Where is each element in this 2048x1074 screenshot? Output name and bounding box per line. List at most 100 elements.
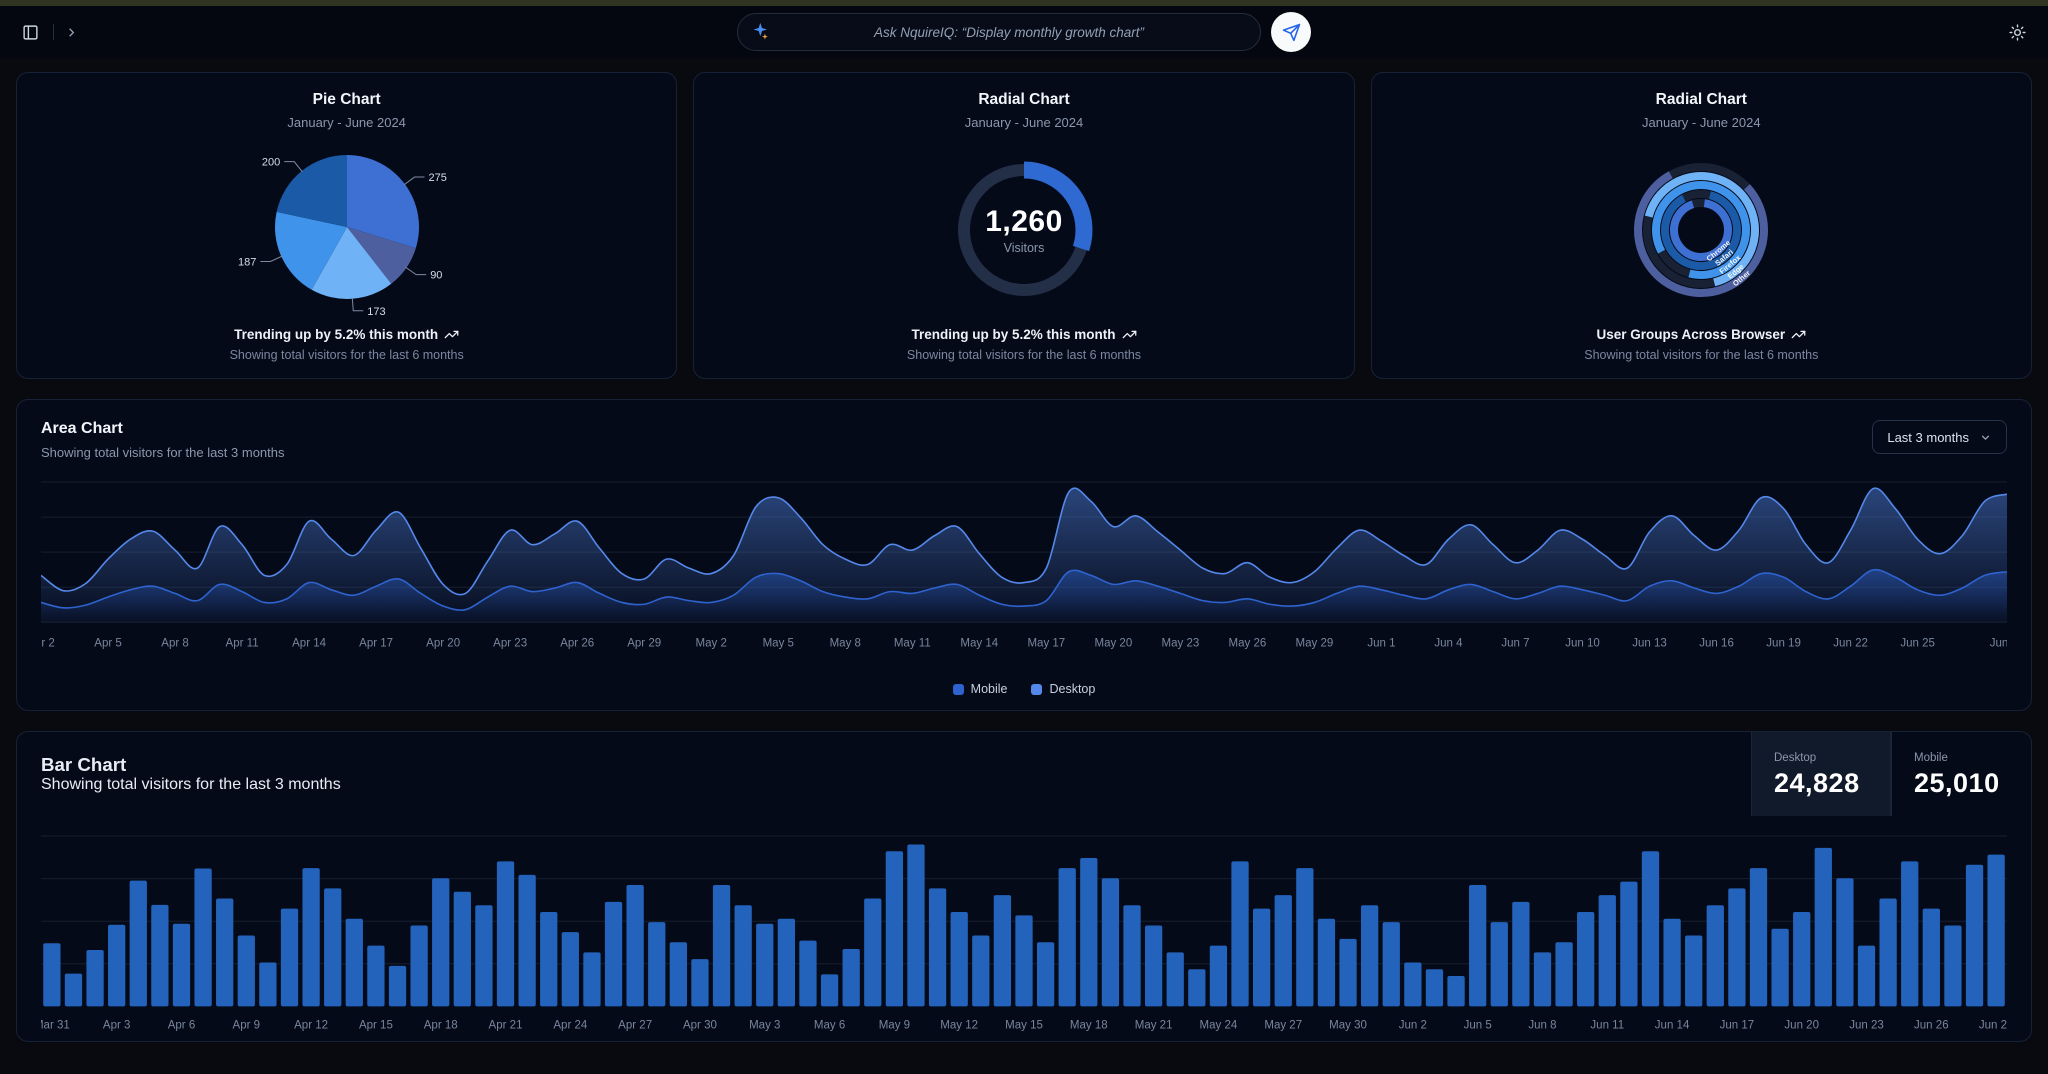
svg-text:Apr 21: Apr 21 [489,1020,523,1032]
trending-up-icon [1122,327,1137,342]
svg-text:May 5: May 5 [763,637,794,649]
trending-up-icon [1791,327,1806,342]
sun-icon [2009,24,2026,41]
svg-text:Apr 14: Apr 14 [292,637,327,649]
svg-text:May 20: May 20 [1094,637,1132,649]
svg-text:Apr 27: Apr 27 [618,1020,652,1032]
svg-text:Jun 4: Jun 4 [1434,637,1463,649]
ai-search-box[interactable] [737,13,1261,51]
send-icon [1282,23,1301,42]
theme-toggle-button[interactable] [2005,20,2030,45]
svg-text:May 14: May 14 [960,637,998,649]
panel-title: Bar Chart [41,754,341,776]
card-title: Radial Chart [1656,91,1747,109]
svg-text:May 17: May 17 [1027,637,1065,649]
card-subtitle: January - June 2024 [1642,115,1761,130]
svg-text:275: 275 [428,172,446,184]
svg-text:Apr 17: Apr 17 [359,637,393,649]
svg-text:Mar 31: Mar 31 [41,1020,70,1032]
search-input[interactable] [772,25,1246,40]
svg-text:Jun 20: Jun 20 [1784,1020,1819,1032]
svg-text:May 21: May 21 [1135,1020,1173,1032]
svg-text:Apr 15: Apr 15 [359,1020,393,1032]
svg-text:187: 187 [238,256,256,268]
card-footer-trend: Trending up by 5.2% this month [911,327,1136,342]
panel-subtitle: Showing total visitors for the last 3 mo… [41,445,285,460]
pie-chart-card: Pie Chart January - June 2024 2759017318… [16,72,677,379]
sidebar-toggle-button[interactable] [18,20,43,45]
svg-text:Jun 8: Jun 8 [1528,1020,1556,1032]
bar-chart-panel: Bar Chart Showing total visitors for the… [16,731,2032,1041]
svg-text:90: 90 [430,269,442,281]
stat-cards-row: Pie Chart January - June 2024 2759017318… [0,58,2048,379]
series-toggle-group: Desktop 24,828 Mobile 25,010 [1751,732,2031,816]
svg-text:Apr 23: Apr 23 [493,637,527,649]
svg-text:Jun 29: Jun 29 [1990,637,2007,649]
card-footer-note: Showing total visitors for the last 6 mo… [1584,348,1818,362]
legend-swatch-mobile [953,684,964,695]
svg-text:Apr 20: Apr 20 [426,637,460,649]
svg-text:Apr 30: Apr 30 [683,1020,717,1032]
radial-browsers-card: Radial Chart January - June 2024 ChromeS… [1371,72,2032,379]
mobile-total: 25,010 [1914,768,2000,799]
svg-text:Jun 11: Jun 11 [1590,1020,1624,1032]
svg-text:Apr 6: Apr 6 [168,1020,196,1032]
svg-text:Apr 3: Apr 3 [103,1020,131,1032]
pie-chart[interactable]: 27590173187200 [212,132,482,327]
chevron-down-icon [1979,431,1992,444]
trending-up-icon [444,327,459,342]
legend-item-desktop: Desktop [1031,682,1095,696]
radial-browsers-chart[interactable]: ChromeSafariFirefoxEdgeOther [1611,132,1791,327]
time-range-select[interactable]: Last 3 months [1872,420,2007,454]
top-bar [0,6,2048,58]
svg-text:Apr 5: Apr 5 [94,637,122,649]
send-button[interactable] [1271,12,1311,52]
svg-text:Jun 2: Jun 2 [1399,1020,1427,1032]
svg-text:May 18: May 18 [1070,1020,1108,1032]
svg-text:Apr 12: Apr 12 [294,1020,328,1032]
svg-text:Jun 16: Jun 16 [1699,637,1734,649]
svg-text:Jun 7: Jun 7 [1501,637,1529,649]
svg-text:Jun 14: Jun 14 [1655,1020,1690,1032]
panel-title: Area Chart [41,420,285,438]
area-chart[interactable]: Apr 2Apr 5Apr 8Apr 11Apr 14Apr 17Apr 20A… [17,468,2031,678]
chart-legend: Mobile Desktop [17,678,2031,710]
breadcrumb-chevron-icon [64,25,79,40]
svg-text:Jun 10: Jun 10 [1565,637,1600,649]
card-title: Radial Chart [978,91,1069,109]
area-chart-panel: Area Chart Showing total visitors for th… [16,399,2032,711]
sparkles-icon [752,21,772,43]
svg-text:May 24: May 24 [1200,1020,1238,1032]
radial-chart[interactable]: 1,260 Visitors [934,132,1114,327]
svg-text:Jun 17: Jun 17 [1720,1020,1755,1032]
radial-chart-card: Radial Chart January - June 2024 1,260 V… [693,72,1354,379]
card-title: Pie Chart [313,91,381,109]
card-footer-note: Showing total visitors for the last 6 mo… [907,348,1141,362]
bar-chart[interactable]: Mar 31Apr 3Apr 6Apr 9Apr 12Apr 15Apr 18A… [17,816,2031,1040]
svg-text:May 2: May 2 [696,637,727,649]
legend-item-mobile: Mobile [953,682,1008,696]
svg-text:May 6: May 6 [814,1020,845,1032]
svg-text:Jun 26: Jun 26 [1914,1020,1949,1032]
card-footer-note: Showing total visitors for the last 6 mo… [230,348,464,362]
svg-text:Jun 23: Jun 23 [1849,1020,1884,1032]
svg-text:May 23: May 23 [1162,637,1200,649]
svg-text:May 3: May 3 [749,1020,780,1032]
toggle-mobile[interactable]: Mobile 25,010 [1891,732,2031,816]
svg-text:Jun 29: Jun 29 [1979,1020,2007,1032]
svg-text:May 15: May 15 [1005,1020,1043,1032]
svg-text:May 29: May 29 [1296,637,1334,649]
panel-left-icon [22,24,39,41]
svg-text:Jun 13: Jun 13 [1632,637,1667,649]
svg-text:Apr 9: Apr 9 [233,1020,261,1032]
card-subtitle: January - June 2024 [965,115,1084,130]
svg-text:Jun 1: Jun 1 [1367,637,1395,649]
card-footer-trend: Trending up by 5.2% this month [234,327,459,342]
svg-text:May 11: May 11 [894,637,931,649]
svg-text:May 12: May 12 [940,1020,978,1032]
svg-text:Apr 8: Apr 8 [161,637,189,649]
svg-text:May 26: May 26 [1229,637,1267,649]
toggle-desktop[interactable]: Desktop 24,828 [1751,732,1891,816]
svg-text:200: 200 [262,156,280,168]
svg-text:Jun 5: Jun 5 [1464,1020,1492,1032]
